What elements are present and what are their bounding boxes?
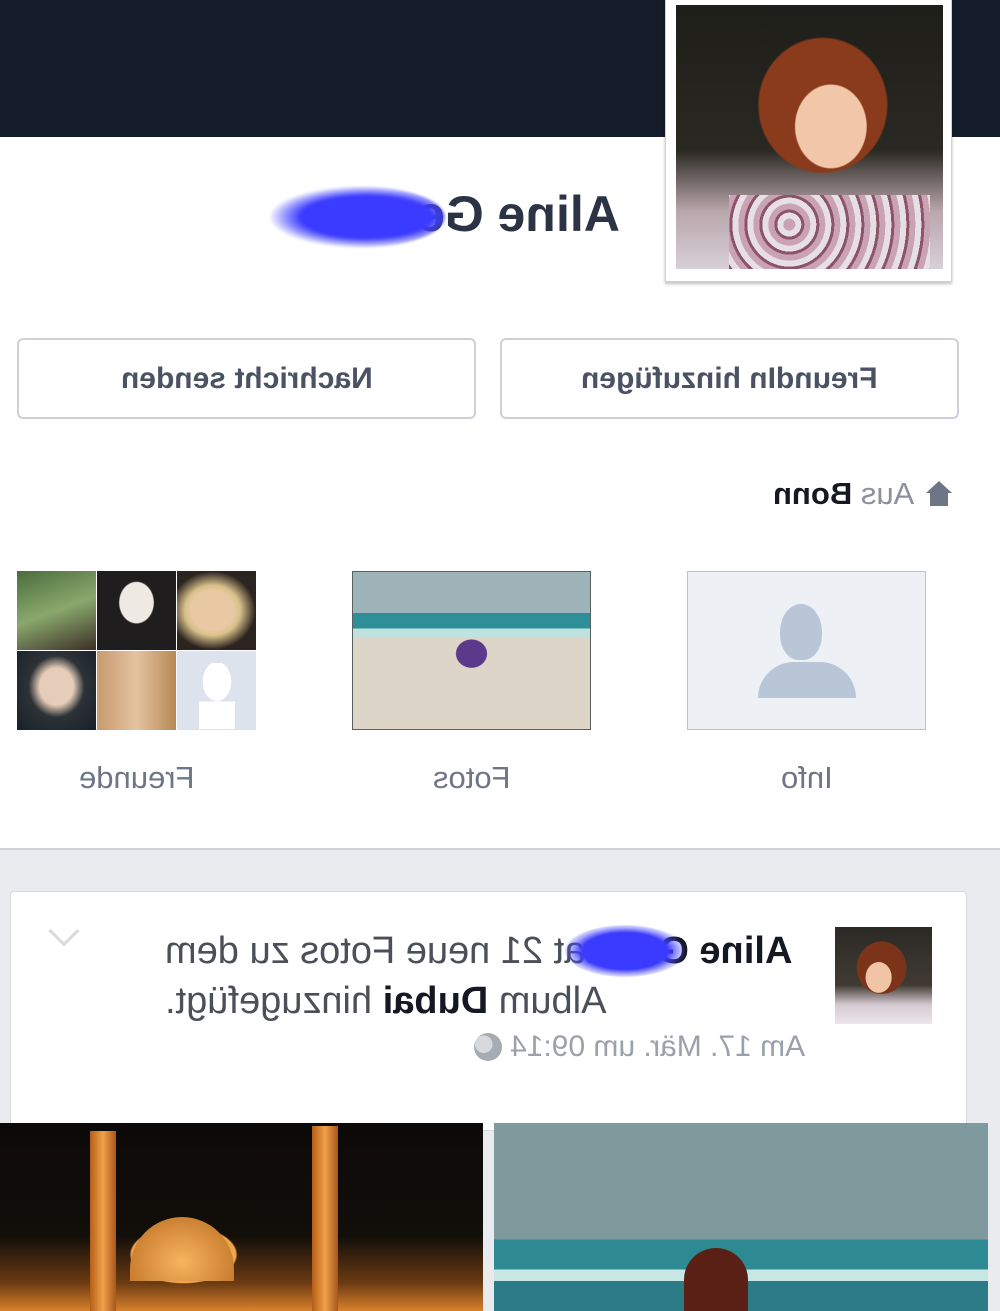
photos-label-text: Fotos (432, 760, 511, 795)
globe-icon[interactable] (473, 1033, 502, 1061)
minaret-shape (90, 1131, 116, 1311)
minaret-shape (312, 1126, 338, 1311)
profile-name[interactable]: Aline Ge (417, 185, 620, 243)
friend-thumb (97, 651, 176, 730)
profile-picture[interactable] (665, 0, 952, 282)
story-photo[interactable] (494, 1123, 988, 1311)
dome-shape (130, 1217, 234, 1281)
story-photo[interactable] (0, 1123, 483, 1311)
photos-tile-label[interactable]: Fotos (352, 760, 591, 796)
location-city[interactable]: Bonn (773, 476, 852, 511)
info-label-text: Info (780, 760, 833, 795)
story-avatar[interactable] (835, 927, 932, 1024)
redaction-scribble (565, 925, 685, 977)
redaction-scribble (270, 186, 445, 248)
photos-tile[interactable] (352, 571, 591, 730)
story-timestamp-row: Am 17. Mär. um 09:14 (473, 1030, 805, 1064)
location-row: Aus Bonn (773, 476, 952, 512)
friend-thumb (97, 571, 176, 650)
add-friend-label: FreundIn hinzufügen (581, 361, 878, 395)
story-time[interactable]: Am 17. Mär. um 09:14 (510, 1030, 805, 1064)
friend-thumb (17, 651, 96, 730)
send-message-button[interactable]: Nachricht senden (17, 338, 476, 419)
story-text: Aline Gell hat 21 neue Fotos zu dem Albu… (165, 926, 805, 1026)
home-icon (926, 481, 952, 507)
location-text: Aus Bonn (773, 476, 914, 512)
info-tile[interactable] (687, 571, 926, 730)
chevron-down-icon[interactable] (48, 915, 80, 947)
story-album[interactable]: Dubai (383, 980, 489, 1022)
friends-tile[interactable] (17, 571, 256, 730)
location-prefix: Aus (860, 476, 914, 511)
friends-label-text: Freunde (78, 760, 195, 795)
friends-tile-label[interactable]: Freunde (17, 760, 256, 796)
add-friend-button[interactable]: FreundIn hinzufügen (500, 338, 959, 419)
send-message-label: Nachricht senden (120, 361, 373, 395)
friend-thumb (17, 571, 96, 650)
info-tile-label[interactable]: Info (687, 760, 926, 796)
friend-thumb-placeholder (177, 651, 256, 730)
story-suffix: hinzugefügt. (165, 980, 373, 1022)
friend-thumb (177, 571, 256, 650)
story-text-inner: Aline Gell hat 21 neue Fotos zu dem Albu… (165, 926, 805, 1026)
profile-name-row: Aline Ge (270, 180, 630, 250)
profile-picture-image (676, 5, 943, 269)
